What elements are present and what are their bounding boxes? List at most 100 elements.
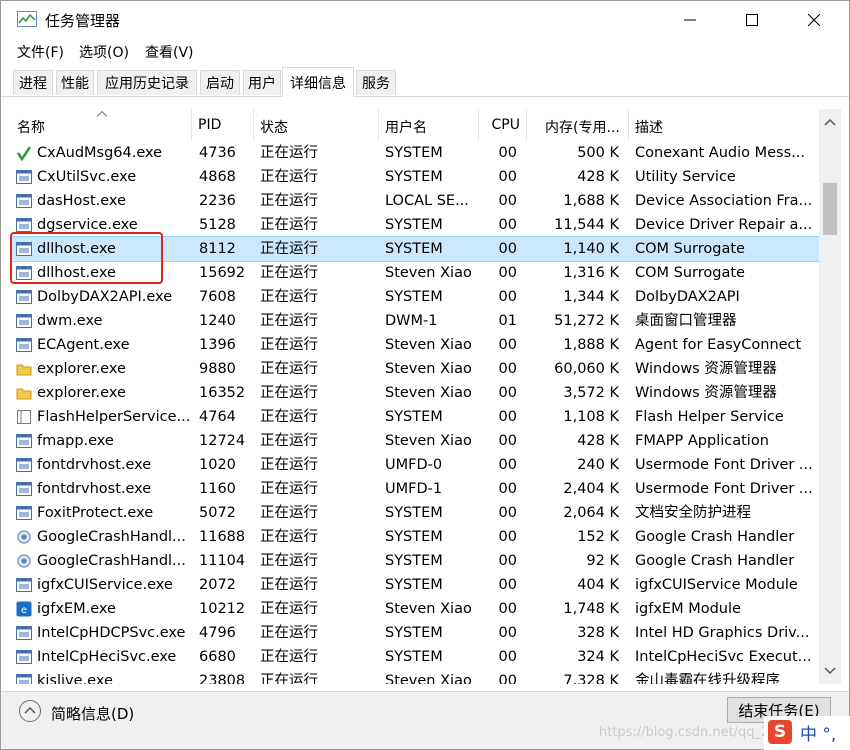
process-name: igfxEM.exe — [37, 601, 116, 617]
column-header-cpu[interactable]: CPU — [479, 109, 527, 141]
column-header-username[interactable]: 用户名 — [379, 109, 479, 141]
window-title: 任务管理器 — [45, 12, 121, 30]
folder-icon — [16, 364, 32, 376]
process-name-cell: DolbyDAX2API.exe — [16, 285, 194, 309]
status-cell: 正在运行 — [260, 553, 318, 569]
scroll-up-icon[interactable] — [824, 117, 836, 129]
process-name: IntelCpHDCPSvc.exe — [37, 625, 186, 641]
description-cell: Device Association Fra... — [635, 193, 813, 209]
tab-performance[interactable]: 性能 — [56, 70, 94, 95]
pid-cell: 1160 — [199, 481, 236, 497]
memory-cell: 428 K — [577, 433, 619, 449]
column-header-pid[interactable]: PID — [192, 109, 254, 141]
table-row[interactable]: explorer.exe 9880 正在运行 Steven Xiao 00 60,060 … — [11, 357, 819, 381]
table-row[interactable]: dasHost.exe 2236 正在运行 LOCAL SE... 00 1,688 K D… — [11, 189, 819, 213]
cpu-cell: 00 — [498, 577, 517, 593]
description-cell: Flash Helper Service — [635, 409, 784, 425]
table-row[interactable]: ECAgent.exe 1396 正在运行 Steven Xiao 00 1,888 K A… — [11, 333, 819, 357]
menu-view[interactable]: 查看(V) — [145, 42, 194, 62]
username-cell: SYSTEM — [385, 529, 443, 545]
column-header-status[interactable]: 状态 — [254, 109, 379, 141]
process-name-cell: IntelCpHDCPSvc.exe — [16, 621, 194, 645]
description-cell: igfxCUIService Module — [635, 577, 798, 593]
tab-users[interactable]: 用户 — [243, 70, 281, 95]
table-row[interactable]: FoxitProtect.exe 5072 正在运行 SYSTEM 00 2,064 K 文… — [11, 501, 819, 525]
table-row[interactable]: fmapp.exe 12724 正在运行 Steven Xiao 00 428 K FMAP… — [11, 429, 819, 453]
close-button[interactable] — [791, 1, 837, 39]
table-row[interactable]: fontdrvhost.exe 1160 正在运行 UMFD-1 00 2,404 K Us… — [11, 477, 819, 501]
cpu-cell: 00 — [498, 505, 517, 521]
ime-indicator: S 中 °, — [764, 716, 850, 750]
pid-cell: 1240 — [199, 313, 236, 329]
process-name: FoxitProtect.exe — [37, 505, 154, 521]
memory-cell: 2,064 K — [563, 505, 619, 521]
menu-options[interactable]: 选项(O) — [79, 42, 129, 62]
tab-details[interactable]: 详细信息 — [282, 67, 354, 97]
tab-bar: 进程 性能 应用历史记录 启动 用户 详细信息 服务 — [1, 67, 849, 97]
scroll-down-icon[interactable] — [824, 664, 836, 676]
process-name: CxUtilSvc.exe — [37, 169, 137, 185]
tab-processes[interactable]: 进程 — [13, 70, 53, 95]
scrollbar-thumb[interactable] — [823, 183, 837, 235]
username-cell: DWM-1 — [385, 313, 438, 329]
username-cell: SYSTEM — [385, 169, 443, 185]
maximize-button[interactable] — [729, 1, 775, 39]
window-icon — [16, 314, 32, 328]
username-cell: SYSTEM — [385, 409, 443, 425]
column-header-name[interactable]: 名称 — [11, 109, 192, 141]
table-row[interactable]: DolbyDAX2API.exe 7608 正在运行 SYSTEM 00 1,344 K D… — [11, 285, 819, 309]
table-row[interactable]: IntelCpHeciSvc.exe 6680 正在运行 SYSTEM 00 324 K I… — [11, 645, 819, 669]
username-cell: SYSTEM — [385, 649, 443, 665]
status-cell: 正在运行 — [260, 649, 318, 665]
status-cell: 正在运行 — [260, 169, 318, 185]
table-row[interactable]: FlashHelperService... 4764 正在运行 SYSTEM 00 1,1… — [11, 405, 819, 429]
tab-app-history[interactable]: 应用历史记录 — [97, 70, 197, 95]
minimize-button[interactable] — [667, 1, 713, 39]
vertical-scrollbar[interactable] — [819, 109, 841, 684]
username-cell: SYSTEM — [385, 289, 443, 305]
table-header: 名称 PID 状态 用户名 CPU 内存(专用... 描述 — [11, 109, 819, 141]
status-cell: 正在运行 — [260, 385, 318, 401]
cpu-cell: 00 — [498, 433, 517, 449]
cpu-cell: 01 — [498, 313, 517, 329]
status-cell: 正在运行 — [260, 433, 318, 449]
menu-file[interactable]: 文件(F) — [17, 42, 64, 62]
pid-cell: 7608 — [199, 289, 236, 305]
memory-cell: 1,888 K — [563, 337, 619, 353]
column-header-memory[interactable]: 内存(专用... — [527, 109, 629, 141]
status-cell: 正在运行 — [260, 361, 318, 377]
description-cell: Intel HD Graphics Driv... — [635, 625, 810, 641]
table-row[interactable]: GoogleCrashHandl... 11104 正在运行 SYSTEM 00 92 K… — [11, 549, 819, 573]
username-cell: SYSTEM — [385, 625, 443, 641]
service-icon — [17, 410, 31, 424]
process-name-cell: fontdrvhost.exe — [16, 453, 194, 477]
memory-cell: 240 K — [577, 457, 619, 473]
table-row[interactable]: CxUtilSvc.exe 4868 正在运行 SYSTEM 00 428 K Utilit… — [11, 165, 819, 189]
description-cell: Device Driver Repair a... — [635, 217, 813, 233]
table-row[interactable]: dwm.exe 1240 正在运行 DWM-1 01 51,272 K 桌面窗口管理器 — [11, 309, 819, 333]
table-row[interactable]: fontdrvhost.exe 1020 正在运行 UMFD-0 00 240 K User… — [11, 453, 819, 477]
table-row[interactable]: igfxCUIService.exe 2072 正在运行 SYSTEM 00 404 K i… — [11, 573, 819, 597]
memory-cell: 51,272 K — [554, 313, 619, 329]
memory-cell: 1,688 K — [563, 193, 619, 209]
column-header-description[interactable]: 描述 — [629, 109, 819, 141]
status-cell: 正在运行 — [260, 337, 318, 353]
task-manager-icon — [17, 11, 37, 27]
cpu-cell: 00 — [498, 673, 517, 684]
table-row[interactable]: kislive.exe 23808 正在运行 Steven Xiao 00 7,328 K… — [11, 669, 819, 684]
window-icon — [16, 482, 32, 496]
table-row[interactable]: IntelCpHDCPSvc.exe 4796 正在运行 SYSTEM 00 328 K I… — [11, 621, 819, 645]
cpu-cell: 00 — [498, 145, 517, 161]
process-name-cell: fontdrvhost.exe — [16, 477, 194, 501]
process-name-cell: kislive.exe — [16, 669, 194, 684]
fewer-details-link[interactable]: 简略信息(D) — [51, 703, 134, 724]
memory-cell: 404 K — [577, 577, 619, 593]
tab-startup[interactable]: 启动 — [200, 70, 240, 95]
table-row[interactable]: explorer.exe 16352 正在运行 Steven Xiao 00 3,572 … — [11, 381, 819, 405]
fewer-details-toggle[interactable] — [19, 700, 41, 722]
table-row[interactable]: CxAudMsg64.exe 4736 正在运行 SYSTEM 00 500 K Conex… — [11, 141, 819, 165]
table-row[interactable]: e igfxEM.exe 10212 正在运行 Steven Xiao 00 1,748 K… — [11, 597, 819, 621]
tab-services[interactable]: 服务 — [356, 70, 396, 95]
table-row[interactable]: GoogleCrashHandl... 11688 正在运行 SYSTEM 00 152 … — [11, 525, 819, 549]
pid-cell: 8112 — [199, 241, 236, 257]
